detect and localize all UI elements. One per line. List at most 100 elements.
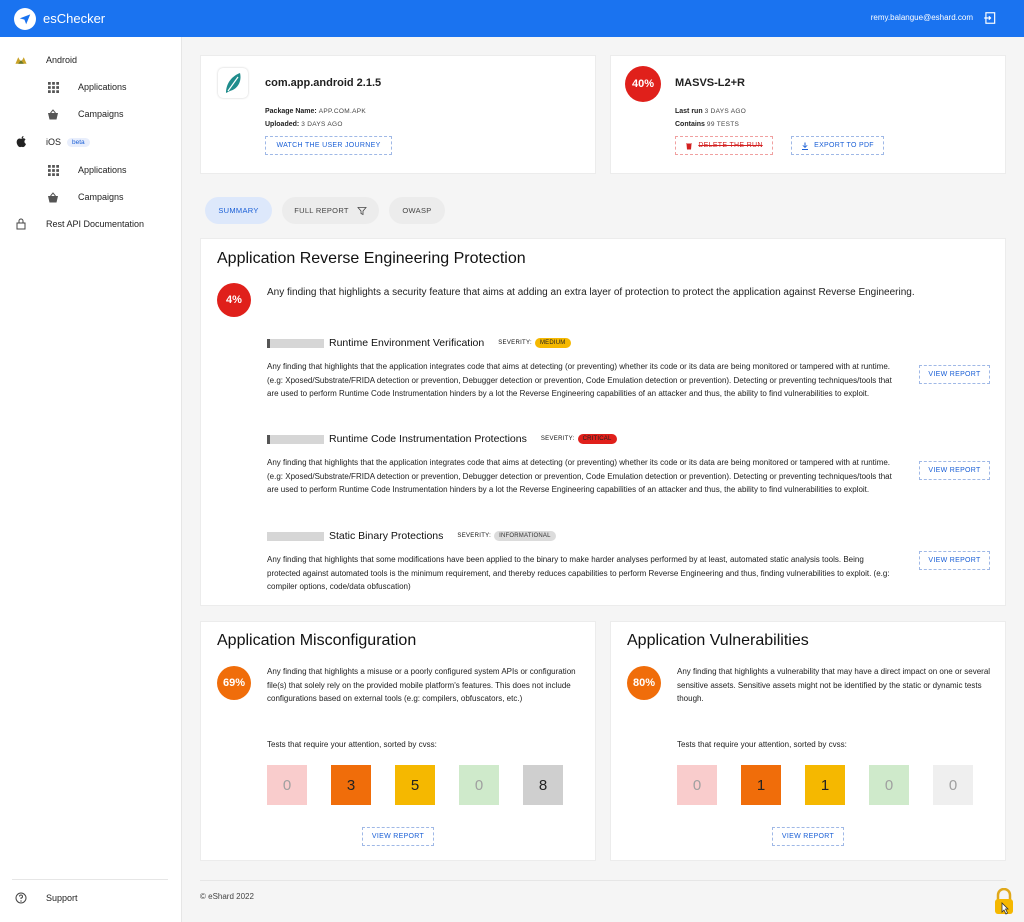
sidebar-item-label: Support <box>46 893 78 903</box>
view-report-button[interactable]: VIEW REPORT <box>772 827 844 846</box>
export-pdf-label: EXPORT TO PDF <box>814 142 874 149</box>
delete-run-button[interactable]: DELETE THE RUN <box>675 136 773 155</box>
sidebar-item-ios-applications[interactable]: Applications <box>47 164 127 176</box>
apple-icon <box>15 136 27 148</box>
app-title: com.app.android 2.1.5 <box>265 77 382 89</box>
reverse-item-description: Any finding that highlights that the app… <box>267 362 892 398</box>
severity-chip: INFORMATIONAL <box>494 531 556 541</box>
tab-owasp[interactable]: OWASP <box>389 197 445 224</box>
run-card: 40% MASVS-L2+R Last run 3 DAYS AGO Conta… <box>610 55 1006 174</box>
reverse-title: Application Reverse Engineering Protecti… <box>217 250 526 267</box>
sidebar-item-label: Android <box>46 55 78 65</box>
beta-badge: beta <box>67 137 90 147</box>
progress-bar <box>267 434 324 444</box>
eschecker-logo[interactable] <box>14 7 36 30</box>
app-leaf-icon <box>218 68 248 98</box>
view-report-button[interactable]: VIEW REPORT <box>919 365 990 384</box>
top-bar: esChecker remy.balangue@eshard.com <box>0 0 1024 37</box>
tab-summary[interactable]: SUMMARY <box>205 197 272 224</box>
filter-icon <box>356 206 367 215</box>
grid-icon <box>47 81 59 93</box>
vulns-score-badge: 80% <box>627 666 661 700</box>
basket-icon <box>47 108 59 120</box>
contains: Contains 99 TESTS <box>675 121 740 128</box>
vulns-tests-label: Tests that require your attention, sorte… <box>677 740 847 749</box>
user-email: remy.balangue@eshard.com <box>870 13 973 22</box>
sidebar: Android Applications Campaigns iOS beta … <box>0 37 182 922</box>
item-title-label: Runtime Code Instrumentation Protections <box>329 433 527 445</box>
severity-label: SEVERITY: <box>498 340 532 346</box>
sidebar-item-label: Campaigns <box>78 192 124 202</box>
misconfig-tests-label: Tests that require your attention, sorte… <box>267 740 437 749</box>
severity-chip: MEDIUM <box>534 338 571 348</box>
sidebar-item-label: iOS <box>46 137 62 147</box>
uploaded: Uploaded: 3 DAYS AGO <box>265 121 343 128</box>
count-low[interactable]: 0 <box>459 765 499 805</box>
sidebar-item-label: Campaigns <box>78 109 124 119</box>
view-report-button[interactable]: VIEW REPORT <box>362 827 434 846</box>
logout-icon[interactable] <box>983 11 997 25</box>
misconfiguration-card: Application Misconfiguration 69% Any fin… <box>200 621 596 861</box>
progress-bar <box>267 338 324 348</box>
severity-chip: CRITICAL <box>577 434 617 444</box>
item-title-label: Runtime Environment Verification <box>329 337 485 349</box>
sidebar-divider <box>12 879 168 880</box>
reverse-item-runtime-env: Runtime Environment Verification SEVERIT… <box>267 337 571 349</box>
reverse-item-runtime-code: Runtime Code Instrumentation Protections… <box>267 433 617 445</box>
trash-icon <box>686 142 693 149</box>
reverse-item-description: Any finding that highlights that some mo… <box>267 555 890 591</box>
count-high[interactable]: 3 <box>331 765 371 805</box>
reverse-item-static-binary: Static Binary Protections SEVERITY: INFO… <box>267 530 556 542</box>
count-critical[interactable]: 0 <box>267 765 307 805</box>
sidebar-item-ios[interactable]: iOS beta <box>15 136 90 148</box>
sidebar-item-support[interactable]: Support <box>15 892 78 904</box>
sidebar-item-android[interactable]: Android <box>15 54 77 66</box>
run-title: MASVS-L2+R <box>675 77 745 89</box>
count-medium[interactable]: 1 <box>805 765 845 805</box>
count-low[interactable]: 0 <box>869 765 909 805</box>
sidebar-item-rest-api[interactable]: Rest API Documentation <box>15 218 144 230</box>
sidebar-item-label: Rest API Documentation <box>46 219 145 229</box>
count-critical[interactable]: 0 <box>677 765 717 805</box>
misconfig-description: Any finding that highlights a misuse or … <box>267 667 576 703</box>
delete-run-label: DELETE THE RUN <box>698 142 763 149</box>
misconfig-title: Application Misconfiguration <box>217 632 417 649</box>
reverse-description: Any finding that highlights a security f… <box>267 287 915 298</box>
severity-label: SEVERITY: <box>540 436 575 442</box>
grid-icon <box>47 164 59 176</box>
app-name: esChecker <box>43 11 106 26</box>
tab-full-report-label: FULL REPORT <box>294 206 349 215</box>
sidebar-item-android-campaigns[interactable]: Campaigns <box>47 108 124 120</box>
watch-journey-button[interactable]: WATCH THE USER JOURNEY <box>265 136 392 155</box>
count-medium[interactable]: 5 <box>395 765 435 805</box>
misconfig-score-badge: 69% <box>217 666 251 700</box>
export-pdf-button[interactable]: EXPORT TO PDF <box>791 136 884 155</box>
count-info[interactable]: 0 <box>933 765 973 805</box>
last-run: Last run 3 DAYS AGO <box>675 108 747 115</box>
send-icon <box>19 13 31 24</box>
padlock-cursor-icon[interactable] <box>993 887 1015 916</box>
package-name: Package Name: APP.COM.APK <box>265 108 366 115</box>
lock-icon <box>15 218 27 230</box>
download-icon <box>802 142 809 150</box>
progress-bar <box>267 531 324 541</box>
count-info[interactable]: 8 <box>523 765 563 805</box>
footer-copyright: © eShard 2022 <box>200 892 254 901</box>
reverse-engineering-card: Application Reverse Engineering Protecti… <box>200 238 1006 606</box>
severity-label: SEVERITY: <box>457 533 492 539</box>
reverse-item-description: Any finding that highlights that the app… <box>267 458 892 494</box>
basket-icon <box>47 191 59 203</box>
run-score-badge: 40% <box>625 66 661 102</box>
sidebar-item-ios-campaigns[interactable]: Campaigns <box>47 191 124 203</box>
sidebar-item-android-applications[interactable]: Applications <box>47 81 127 93</box>
help-icon <box>15 892 27 904</box>
footer-divider <box>200 880 1006 881</box>
count-high[interactable]: 1 <box>741 765 781 805</box>
sidebar-item-label: Applications <box>78 82 127 92</box>
item-title-label: Static Binary Protections <box>329 530 444 542</box>
sidebar-item-label: Applications <box>78 165 127 175</box>
tab-full-report[interactable]: FULL REPORT <box>282 197 379 224</box>
view-report-button[interactable]: VIEW REPORT <box>919 461 990 480</box>
view-report-button[interactable]: VIEW REPORT <box>919 551 990 570</box>
vulns-description: Any finding that highlights a vulnerabil… <box>677 667 991 703</box>
